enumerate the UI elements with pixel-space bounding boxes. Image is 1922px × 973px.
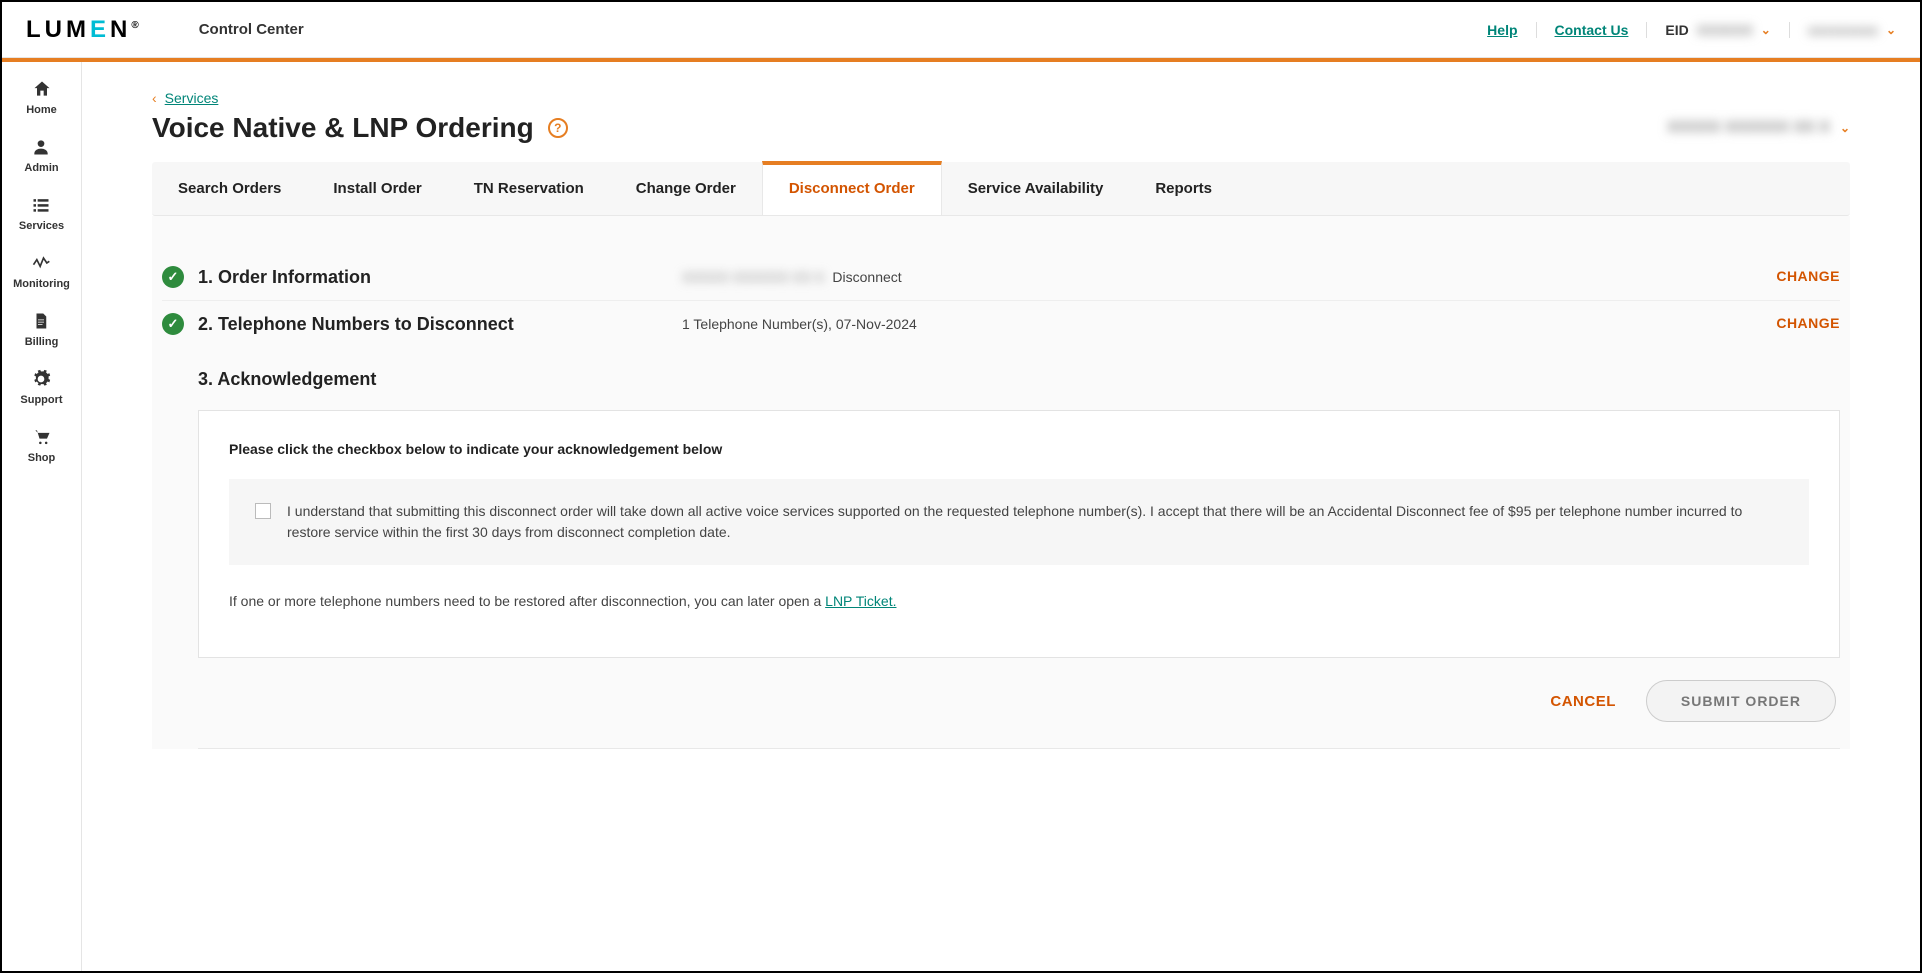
account-dropdown[interactable]: xxxxxxxxx ⌄ (1790, 22, 1896, 38)
sidebar-item-services[interactable]: Services (19, 194, 64, 232)
tab-search-orders[interactable]: Search Orders (152, 162, 307, 215)
order-tabs: Search Orders Install Order TN Reservati… (152, 162, 1850, 216)
sidebar-item-home[interactable]: Home (26, 78, 57, 116)
help-link[interactable]: Help (1469, 22, 1536, 38)
question-circle-icon[interactable]: ? (548, 118, 568, 138)
acknowledgement-row: I understand that submitting this discon… (229, 479, 1809, 565)
brand-logo[interactable]: LUMEN® (26, 16, 139, 44)
acknowledgement-intro: Please click the checkbox below to indic… (229, 441, 1809, 457)
sidebar-item-monitoring[interactable]: Monitoring (13, 252, 70, 290)
sidebar-item-shop[interactable]: Shop (28, 426, 56, 464)
step-2-summary: 1 Telephone Number(s), 07-Nov-2024 (682, 316, 917, 332)
sidebar-item-label: Monitoring (13, 278, 70, 290)
sidebar-item-label: Home (26, 104, 57, 116)
sidebar-item-label: Admin (24, 162, 58, 174)
acknowledgement-checkbox[interactable] (255, 503, 271, 519)
page-title: Voice Native & LNP Ordering (152, 112, 534, 144)
list-icon (30, 194, 52, 216)
tab-tn-reservation[interactable]: TN Reservation (448, 162, 610, 215)
main-content: ‹ Services Voice Native & LNP Ordering ?… (82, 62, 1920, 971)
sidebar-nav: Home Admin Services Monitoring Billing S… (2, 62, 82, 971)
restore-note: If one or more telephone numbers need to… (229, 593, 1809, 609)
home-icon (31, 78, 53, 100)
steps-panel: ✓ 1. Order Information XXXXX XXXXXX XX X… (152, 216, 1850, 749)
acknowledgement-card: Please click the checkbox below to indic… (198, 410, 1840, 658)
sidebar-item-label: Billing (25, 336, 59, 348)
sidebar-item-label: Support (20, 394, 62, 406)
user-icon (30, 136, 52, 158)
contact-us-link[interactable]: Contact Us (1537, 22, 1648, 38)
eid-dropdown[interactable]: EID XXXXXX ⌄ (1647, 22, 1789, 38)
step-3-title: 3. Acknowledgement (198, 369, 1840, 390)
check-circle-icon: ✓ (162, 266, 184, 288)
eid-label: EID (1665, 22, 1688, 38)
step-1-title: 1. Order Information (198, 267, 371, 288)
gear-icon (30, 368, 52, 390)
eid-value: XXXXXX (1697, 22, 1753, 38)
account-value: xxxxxxxxx (1808, 22, 1878, 38)
step-1-change-button[interactable]: CHANGE (1776, 268, 1840, 284)
sidebar-item-label: Services (19, 220, 64, 232)
check-circle-icon: ✓ (162, 313, 184, 335)
breadcrumb: ‹ Services (152, 90, 1850, 106)
step-1-row: ✓ 1. Order Information XXXXX XXXXXX XX X… (162, 254, 1840, 301)
chevron-down-icon: ⌄ (1840, 121, 1850, 135)
top-header: LUMEN® Control Center Help Contact Us EI… (2, 2, 1920, 58)
cart-icon (31, 426, 53, 448)
chevron-left-icon: ‹ (152, 90, 157, 106)
tab-disconnect-order[interactable]: Disconnect Order (762, 161, 942, 215)
step-2-change-button[interactable]: CHANGE (1776, 315, 1840, 331)
submit-order-button[interactable]: SUBMIT ORDER (1646, 680, 1836, 722)
restore-note-prefix: If one or more telephone numbers need to… (229, 593, 825, 609)
activity-icon (30, 252, 52, 274)
divider (198, 748, 1840, 749)
tab-change-order[interactable]: Change Order (610, 162, 762, 215)
cancel-button[interactable]: CANCEL (1550, 693, 1616, 710)
chevron-down-icon: ⌄ (1761, 23, 1771, 37)
app-title: Control Center (199, 21, 304, 38)
step-1-account-summary: XXXXX XXXXXX XX X (682, 269, 824, 285)
breadcrumb-parent-link[interactable]: Services (165, 90, 219, 106)
step-2-title: 2. Telephone Numbers to Disconnect (198, 314, 514, 335)
sidebar-item-label: Shop (28, 452, 56, 464)
account-selector-value: XXXXX XXXXXX XX X (1667, 119, 1830, 137)
step-1-type-summary: Disconnect (832, 269, 901, 285)
step-3-block: 3. Acknowledgement Please click the chec… (162, 347, 1840, 749)
tab-install-order[interactable]: Install Order (307, 162, 447, 215)
chevron-down-icon: ⌄ (1886, 23, 1896, 37)
sidebar-item-support[interactable]: Support (20, 368, 62, 406)
tab-reports[interactable]: Reports (1129, 162, 1238, 215)
acknowledgement-text: I understand that submitting this discon… (287, 501, 1783, 543)
lnp-ticket-link[interactable]: LNP Ticket. (825, 593, 896, 609)
sidebar-item-billing[interactable]: Billing (25, 310, 59, 348)
form-actions: CANCEL SUBMIT ORDER (198, 658, 1840, 744)
file-icon (30, 310, 52, 332)
account-selector-dropdown[interactable]: XXXXX XXXXXX XX X ⌄ (1667, 119, 1850, 137)
sidebar-item-admin[interactable]: Admin (24, 136, 58, 174)
tab-service-availability[interactable]: Service Availability (942, 162, 1130, 215)
step-2-row: ✓ 2. Telephone Numbers to Disconnect 1 T… (162, 301, 1840, 347)
